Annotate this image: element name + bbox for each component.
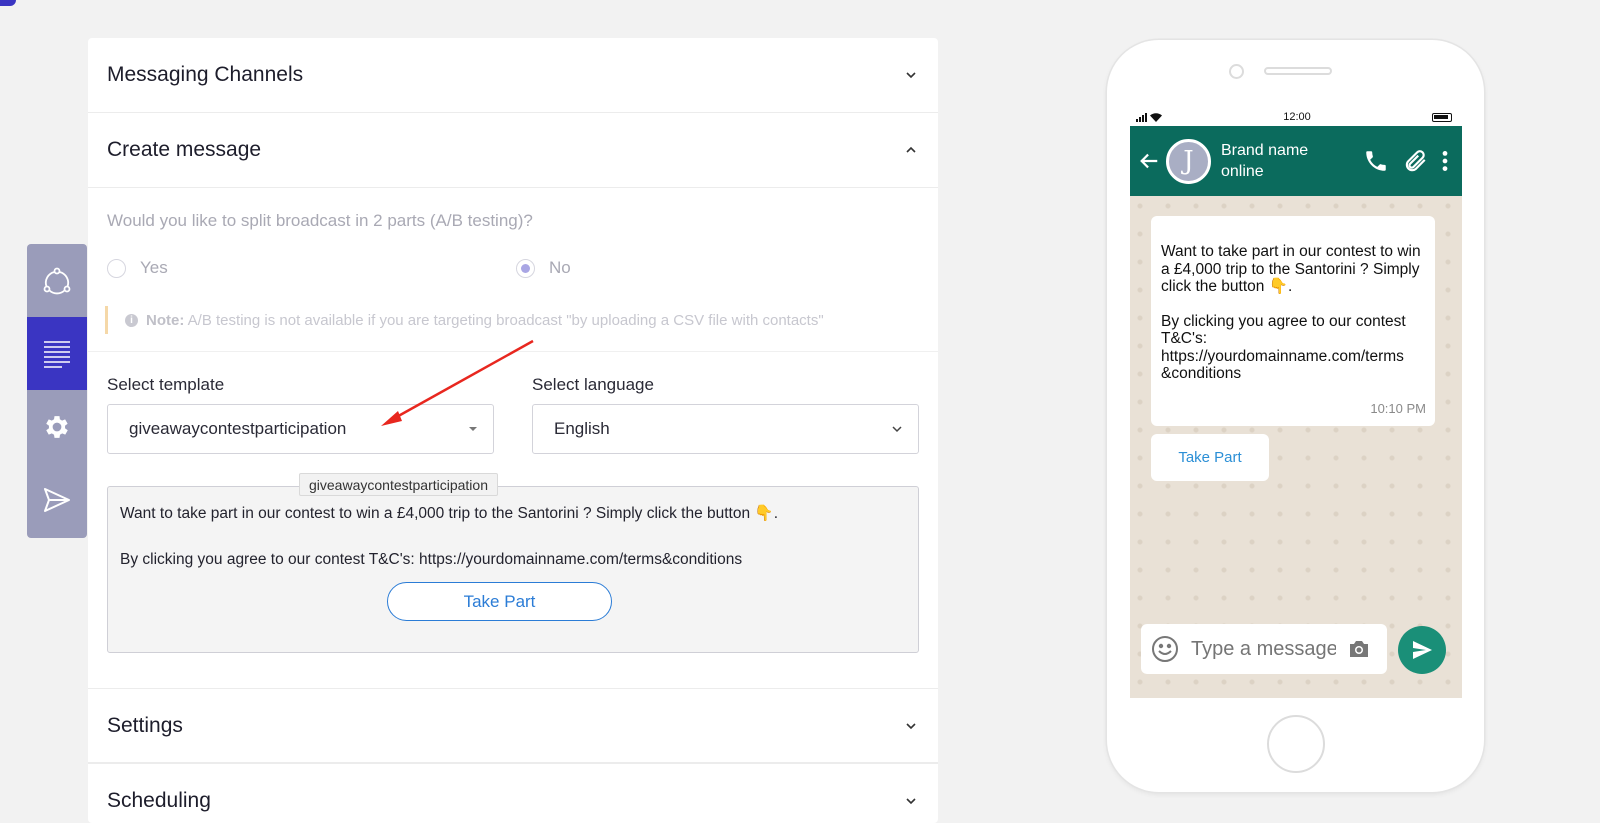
section-title: Settings bbox=[107, 713, 183, 737]
wifi-icon bbox=[1150, 112, 1162, 122]
section-settings[interactable]: Settings bbox=[88, 688, 938, 763]
divider bbox=[88, 351, 938, 352]
message-bubble: Want to take part in our contest to win … bbox=[1151, 216, 1435, 426]
sidebar-item-send[interactable] bbox=[27, 463, 87, 536]
battery-icon bbox=[1432, 112, 1452, 122]
ab-testing-note: i Note: A/B testing is not available if … bbox=[105, 306, 918, 334]
note-label: Note: bbox=[146, 311, 185, 329]
language-label: Select language bbox=[532, 375, 654, 394]
emoji-icon[interactable] bbox=[1151, 635, 1179, 663]
take-part-button[interactable]: Take Part bbox=[1151, 434, 1269, 481]
preview-line-1: Want to take part in our contest to win … bbox=[120, 505, 779, 522]
sidebar-item-settings[interactable] bbox=[27, 390, 87, 463]
network-icon bbox=[43, 267, 71, 294]
step-sidebar bbox=[27, 244, 87, 538]
chevron-down-icon bbox=[906, 72, 916, 79]
message-input[interactable] bbox=[1191, 637, 1336, 661]
contact-status: online bbox=[1221, 162, 1264, 180]
preview-line-2: By clicking you agree to our contest T&C… bbox=[120, 551, 743, 569]
take-part-button[interactable]: Take Part bbox=[387, 582, 612, 621]
radio-no-circle[interactable] bbox=[516, 258, 535, 278]
phone-speaker bbox=[1264, 67, 1332, 75]
message-composer bbox=[1141, 624, 1387, 674]
phone-preview: 12:00 J Brand name online Want to take p… bbox=[1107, 40, 1484, 792]
signal-icon bbox=[1136, 112, 1147, 122]
chevron-down-icon bbox=[906, 797, 916, 804]
home-button bbox=[1267, 715, 1325, 773]
chevron-down-icon bbox=[906, 722, 916, 729]
message-time: 10:10 PM bbox=[1370, 400, 1426, 416]
section-title: Messaging Channels bbox=[107, 63, 304, 86]
phone-call-icon[interactable] bbox=[1363, 148, 1389, 174]
send-icon bbox=[1413, 641, 1432, 659]
contact-name: Brand name bbox=[1221, 141, 1309, 159]
note-text: A/B testing is not available if you are … bbox=[187, 311, 824, 329]
send-button[interactable] bbox=[1398, 626, 1446, 674]
chevron-down-icon bbox=[892, 426, 902, 433]
section-title: Create message bbox=[107, 138, 262, 161]
more-vertical-icon[interactable] bbox=[1436, 148, 1454, 174]
chat-area: Want to take part in our contest to win … bbox=[1130, 196, 1462, 698]
broadcast-panel: Messaging Channels Create message Would … bbox=[88, 38, 938, 823]
template-tooltip: giveawaycontestparticipation bbox=[299, 473, 498, 496]
message-preview: Want to take part in our contest to win … bbox=[107, 486, 919, 653]
language-value: English bbox=[554, 419, 610, 438]
ab-testing-question: Would you like to split broadcast in 2 p… bbox=[107, 211, 533, 230]
gear-icon bbox=[46, 415, 68, 438]
status-bar: 12:00 bbox=[1130, 108, 1462, 126]
bubble-text-1: Want to take part in our contest to win … bbox=[1161, 243, 1421, 295]
clock: 12:00 bbox=[1283, 111, 1311, 123]
avatar: J bbox=[1166, 138, 1211, 184]
section-create-message[interactable]: Create message bbox=[88, 113, 938, 188]
radio-no[interactable]: No bbox=[516, 258, 571, 278]
info-icon: i bbox=[125, 313, 138, 327]
radio-yes-label: Yes bbox=[140, 258, 168, 277]
caret-down-icon bbox=[469, 427, 477, 431]
template-label: Select template bbox=[107, 375, 225, 394]
radio-yes-circle[interactable] bbox=[107, 258, 126, 278]
paperclip-icon[interactable] bbox=[1402, 148, 1428, 174]
back-arrow-icon[interactable] bbox=[1138, 150, 1160, 172]
section-messaging-channels[interactable]: Messaging Channels bbox=[88, 38, 938, 113]
text-lines-icon bbox=[44, 340, 70, 368]
section-scheduling[interactable]: Scheduling bbox=[88, 763, 938, 823]
corner-tab bbox=[0, 0, 16, 6]
template-select[interactable]: giveawaycontestparticipation bbox=[107, 404, 494, 454]
sidebar-item-message[interactable] bbox=[27, 317, 87, 390]
radio-no-label: No bbox=[549, 258, 571, 277]
phone-camera bbox=[1229, 64, 1244, 79]
template-value: giveawaycontestparticipation bbox=[129, 419, 347, 438]
bubble-text-2: By clicking you agree to our contest T&C… bbox=[1161, 312, 1406, 383]
camera-icon[interactable] bbox=[1348, 639, 1370, 659]
section-title: Scheduling bbox=[107, 788, 211, 812]
phone-screen: 12:00 J Brand name online Want to take p… bbox=[1130, 108, 1462, 698]
language-select[interactable]: English bbox=[532, 404, 919, 454]
send-icon bbox=[44, 487, 70, 512]
radio-yes[interactable]: Yes bbox=[107, 258, 168, 278]
sidebar-item-audience[interactable] bbox=[27, 244, 87, 317]
chevron-up-icon bbox=[906, 146, 916, 153]
chat-header: J Brand name online bbox=[1130, 126, 1462, 196]
